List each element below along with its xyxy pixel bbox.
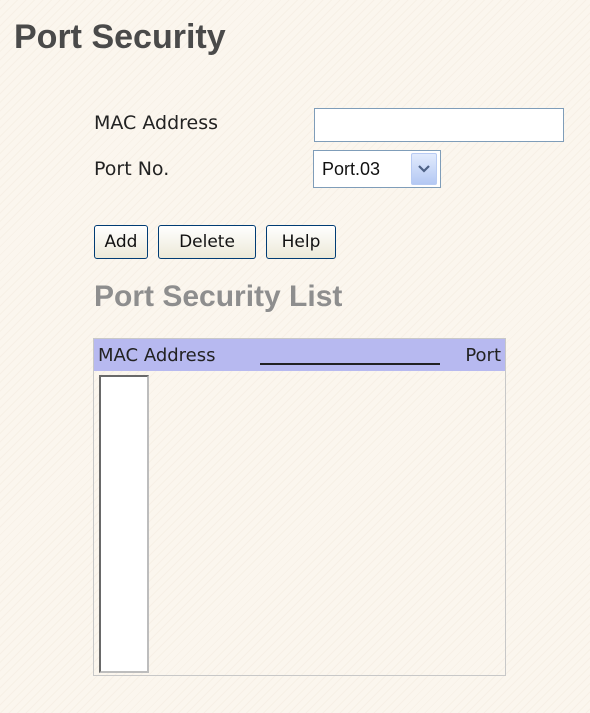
add-button[interactable]: Add: [94, 225, 148, 259]
mac-address-label: MAC Address: [94, 112, 219, 134]
port-no-selected-value: Port.03: [322, 158, 381, 179]
page-title: Port Security: [14, 18, 226, 56]
port-no-label: Port No.: [94, 158, 170, 180]
header-port: Port: [465, 344, 501, 366]
mac-address-input[interactable]: [314, 108, 564, 142]
delete-button[interactable]: Delete: [158, 225, 256, 259]
header-mac-address: MAC Address: [98, 344, 216, 366]
mac-address-listbox[interactable]: [99, 375, 149, 673]
header-separator: [260, 363, 440, 365]
port-no-select[interactable]: Port.03: [313, 150, 441, 188]
help-button[interactable]: Help: [266, 225, 336, 259]
list-header: MAC Address Port: [94, 339, 505, 371]
port-security-list: MAC Address Port: [93, 338, 506, 676]
chevron-down-icon[interactable]: [411, 153, 437, 185]
port-security-list-title: Port Security List: [94, 280, 343, 313]
